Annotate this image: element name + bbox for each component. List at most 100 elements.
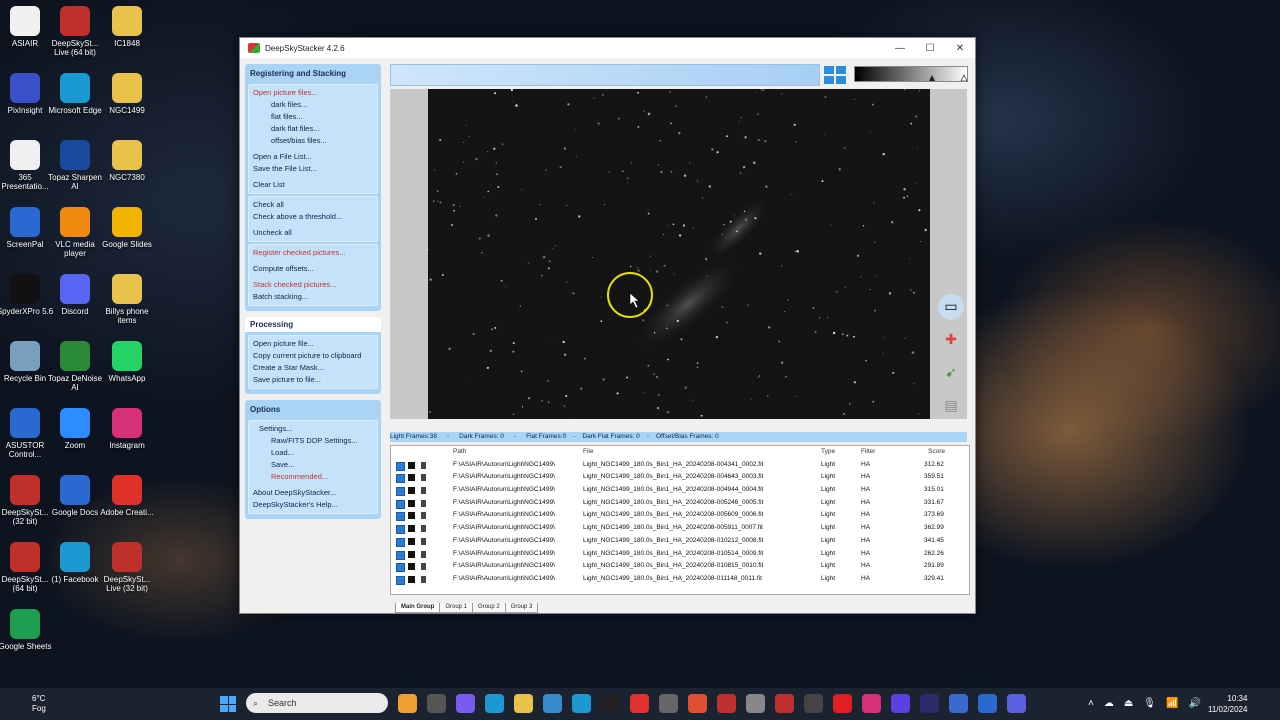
taskbar-app-icon[interactable]	[862, 694, 881, 713]
comet-icon[interactable]: ➹	[938, 360, 964, 386]
table-row[interactable]: F:\ASIAIR\Autorun\Light\NGC1499\ Light_NG…	[391, 484, 969, 497]
taskbar-app-icon[interactable]	[717, 694, 736, 713]
windows-logo-icon[interactable]	[824, 66, 846, 84]
taskbar-app-icon[interactable]	[891, 694, 910, 713]
histogram-slider[interactable]	[854, 66, 968, 82]
taskbar-app-icon[interactable]	[572, 694, 591, 713]
recommended-link[interactable]: Recommended...	[249, 471, 377, 483]
chevron-up-icon[interactable]: ˄	[1088, 698, 1094, 709]
row-checkbox[interactable]	[396, 537, 405, 547]
desktop-icon[interactable]: (1) Facebook	[45, 542, 105, 584]
desktop-icon[interactable]: Topaz DeNoise AI	[45, 341, 105, 392]
taskbar-app-icon[interactable]	[688, 694, 707, 713]
usb-icon[interactable]: ⏏	[1124, 698, 1133, 709]
select-rect-icon[interactable]: ▭	[938, 294, 964, 320]
desktop-icon[interactable]: WhatsApp	[97, 341, 157, 383]
taskbar-app-icon[interactable]	[485, 694, 504, 713]
taskbar-app-icon[interactable]	[978, 694, 997, 713]
tab-group[interactable]: Group 2	[472, 603, 506, 613]
taskbar-app-icon[interactable]	[920, 694, 939, 713]
taskbar-app-icon[interactable]	[746, 694, 765, 713]
check-above-threshold-link[interactable]: Check above a threshold...	[249, 211, 377, 223]
table-row[interactable]: F:\ASIAIR\Autorun\Light\NGC1499\ Light_NG…	[391, 497, 969, 510]
taskbar-app-icon[interactable]	[949, 694, 968, 713]
row-checkbox[interactable]	[396, 525, 405, 535]
desktop-icon[interactable]: Billys phone items	[97, 274, 157, 325]
desktop-icon[interactable]: Microsoft Edge	[45, 73, 105, 115]
table-row[interactable]: F:\ASIAIR\Autorun\Light\NGC1499\ Light_NG…	[391, 548, 969, 561]
taskbar-app-icon[interactable]	[775, 694, 794, 713]
taskbar-app-icon[interactable]	[804, 694, 823, 713]
minimize-button[interactable]: —	[885, 43, 915, 54]
copy-clipboard-link[interactable]: Copy current picture to clipboard	[249, 350, 377, 362]
row-checkbox[interactable]	[396, 563, 405, 573]
taskbar-app-icon[interactable]	[456, 694, 475, 713]
taskbar-app-icon[interactable]	[833, 694, 852, 713]
create-star-mask-link[interactable]: Create a Star Mask...	[249, 362, 377, 374]
clock[interactable]: 10:34 11/02/2024	[1208, 693, 1247, 715]
open-file-list-link[interactable]: Open a File List...	[249, 151, 377, 163]
onedrive-icon[interactable]: ☁	[1104, 698, 1114, 709]
settings-link[interactable]: Settings...	[249, 423, 377, 435]
taskbar-app-icon[interactable]	[659, 694, 678, 713]
taskbar-app-icon[interactable]	[630, 694, 649, 713]
tab-group[interactable]: Main Group	[395, 603, 441, 613]
desktop-icon[interactable]: Google Sheets	[0, 609, 55, 651]
column-file[interactable]: File	[583, 446, 593, 459]
table-row[interactable]: F:\ASIAIR\Autorun\Light\NGC1499\ Light_NG…	[391, 522, 969, 535]
desktop-icon[interactable]: Topaz Sharpen AI	[45, 140, 105, 191]
desktop-icon[interactable]: IC1848	[97, 6, 157, 48]
raw-fits-settings-link[interactable]: Raw/FITS DDP Settings...	[249, 435, 377, 447]
taskbar-app-icon[interactable]	[398, 694, 417, 713]
register-checked-link[interactable]: Register checked pictures...	[249, 247, 377, 259]
flat-files-link[interactable]: flat files...	[249, 111, 377, 123]
desktop-icon[interactable]: Google Docs	[45, 475, 105, 517]
row-checkbox[interactable]	[396, 512, 405, 522]
save-picture-link[interactable]: Save picture to file...	[249, 374, 377, 386]
help-link[interactable]: DeepSkyStacker's Help...	[249, 499, 377, 511]
table-row[interactable]: F:\ASIAIR\Autorun\Light\NGC1499\ Light_NG…	[391, 535, 969, 548]
desktop-icon[interactable]: Google Slides	[97, 207, 157, 249]
maximize-button[interactable]: ☐	[915, 43, 945, 54]
save-file-list-link[interactable]: Save the File List...	[249, 163, 377, 175]
row-checkbox[interactable]	[396, 487, 405, 497]
title-bar[interactable]: DeepSkyStacker 4.2.6 — ☐ ✕	[240, 38, 975, 58]
taskbar-app-icon[interactable]	[427, 694, 446, 713]
compute-offsets-link[interactable]: Compute offsets...	[249, 263, 377, 275]
taskbar-app-icon[interactable]	[514, 694, 533, 713]
desktop-icon[interactable]: Discord	[45, 274, 105, 316]
table-row[interactable]: F:\ASIAIR\Autorun\Light\NGC1499\ Light_NG…	[391, 459, 969, 472]
tab-group[interactable]: Group 1	[439, 603, 474, 613]
star-edit-icon[interactable]: ✚	[938, 327, 964, 353]
desktop-icon[interactable]: DeepSkySt... Live (64 bit)	[45, 6, 105, 57]
column-filter[interactable]: Filter	[861, 446, 875, 459]
dark-flat-files-link[interactable]: dark flat files...	[249, 123, 377, 135]
wifi-icon[interactable]: 📶	[1166, 698, 1178, 709]
row-checkbox[interactable]	[396, 461, 405, 471]
row-checkbox[interactable]	[396, 550, 405, 560]
save-settings-link[interactable]: Save...	[249, 459, 377, 471]
table-row[interactable]: F:\ASIAIR\Autorun\Light\NGC1499\ Light_NG…	[391, 471, 969, 484]
desktop-icon[interactable]: NGC1499	[97, 73, 157, 115]
volume-icon[interactable]: 🔊	[1188, 698, 1200, 709]
start-button-icon[interactable]	[220, 696, 236, 712]
column-path[interactable]: Path	[453, 446, 466, 459]
column-score[interactable]: Score	[928, 446, 945, 459]
uncheck-all-link[interactable]: Uncheck all	[249, 227, 377, 239]
mic-icon[interactable]: 🎙	[1143, 698, 1156, 709]
table-row[interactable]: F:\ASIAIR\Autorun\Light\NGC1499\ Light_NG…	[391, 573, 969, 586]
column-type[interactable]: Type	[821, 446, 835, 459]
taskbar-search[interactable]: ⌕ Search	[246, 693, 388, 713]
close-button[interactable]: ✕	[945, 43, 975, 54]
row-checkbox[interactable]	[396, 474, 405, 484]
desktop-icon[interactable]: Zoom	[45, 408, 105, 450]
table-row[interactable]: F:\ASIAIR\Autorun\Light\NGC1499\ Light_NG…	[391, 509, 969, 522]
open-picture-files-link[interactable]: Open picture files...	[249, 87, 377, 99]
weather-widget[interactable]: 6°C Fog	[8, 694, 46, 714]
save-edits-icon[interactable]: ▤	[938, 393, 964, 419]
about-link[interactable]: About DeepSkyStacker...	[249, 487, 377, 499]
open-picture-file-link[interactable]: Open picture file...	[249, 338, 377, 350]
table-row[interactable]: F:\ASIAIR\Autorun\Light\NGC1499\ Light_NG…	[391, 560, 969, 573]
taskbar-app-icon[interactable]	[1007, 694, 1026, 713]
astro-image[interactable]	[428, 89, 930, 419]
